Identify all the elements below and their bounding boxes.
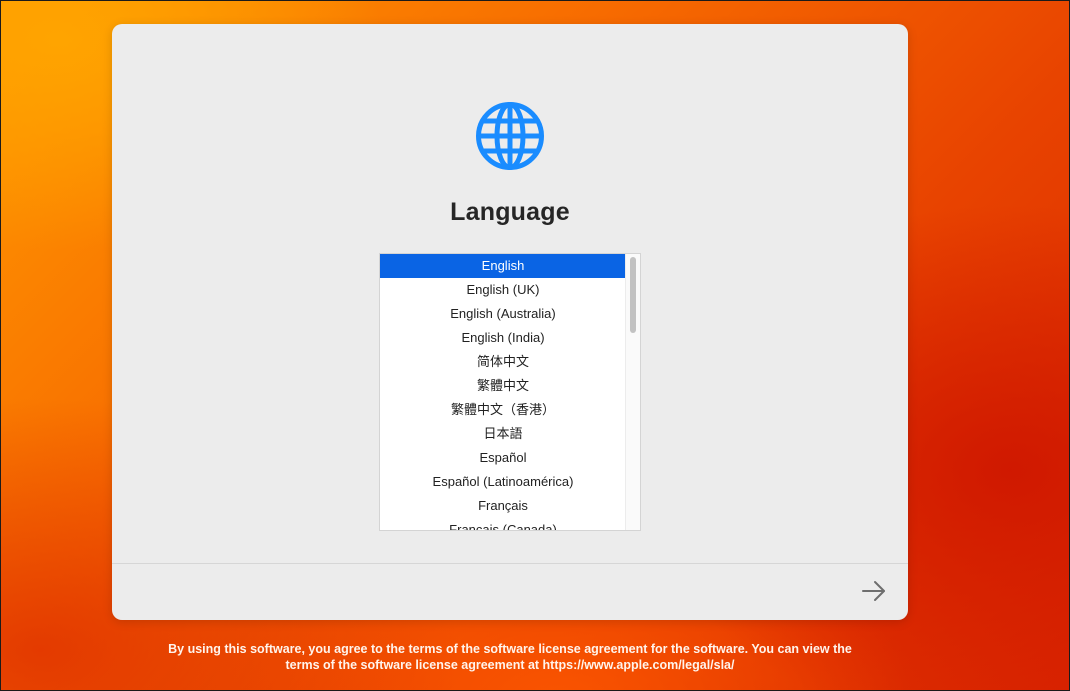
scrollbar-thumb[interactable] [630,257,636,333]
language-option[interactable]: English (Australia) [380,302,626,326]
language-option[interactable]: English (India) [380,326,626,350]
language-option[interactable]: 繁體中文（香港） [380,398,626,422]
language-option[interactable]: 日本語 [380,422,626,446]
footer-divider [112,563,908,564]
language-option[interactable]: Español (Latinoamérica) [380,470,626,494]
language-option[interactable]: Français (Canada) [380,518,626,530]
license-notice: By using this software, you agree to the… [100,641,920,673]
license-notice-line-1: By using this software, you agree to the… [168,642,852,656]
language-option[interactable]: English (UK) [380,278,626,302]
continue-button[interactable] [857,576,891,606]
language-list[interactable]: English English (UK) English (Australia) En… [379,253,641,531]
language-list-items: English English (UK) English (Australia) En… [380,254,626,530]
arrow-right-icon [862,581,885,601]
language-option[interactable]: Español [380,446,626,470]
globe-icon [476,102,544,170]
language-option[interactable]: 繁體中文 [380,374,626,398]
setup-panel: Language English English (UK) English (Aus… [112,24,908,620]
license-notice-line-2: terms of the software license agreement … [285,658,735,672]
language-option[interactable]: English [380,254,626,278]
language-option[interactable]: 简体中文 [380,350,626,374]
page-title: Language [450,198,570,226]
language-option[interactable]: Français [380,494,626,518]
scrollbar[interactable] [625,254,640,530]
